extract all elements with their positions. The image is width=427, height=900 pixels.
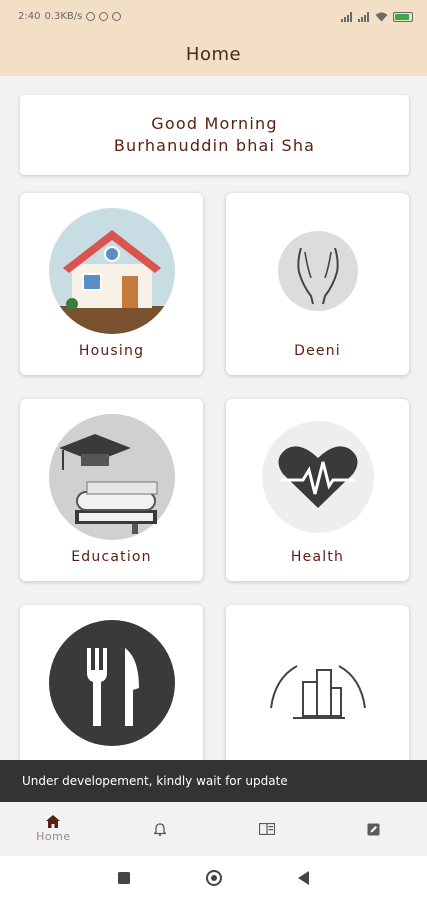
system-nav-bar bbox=[0, 856, 427, 900]
hands-buildings-icon bbox=[226, 615, 409, 750]
back-triangle-icon bbox=[297, 871, 309, 885]
whatsapp-icon bbox=[99, 12, 109, 21]
tile-label-deeni: Deeni bbox=[294, 343, 341, 359]
nav-label-home: Home bbox=[36, 830, 71, 843]
tile-deeni[interactable]: Deeni bbox=[226, 193, 409, 375]
square-icon bbox=[117, 872, 130, 884]
signal-icon bbox=[358, 11, 370, 22]
status-right bbox=[341, 11, 413, 22]
graduation-cap-books-icon bbox=[20, 409, 203, 544]
status-left: 2:40 0.3KB/s bbox=[18, 11, 122, 22]
recents-button[interactable] bbox=[79, 872, 169, 884]
app-bar: Home bbox=[0, 33, 427, 76]
greeting-card: Good Morning Burhanuddin bhai Sha bbox=[20, 95, 409, 175]
circle-icon bbox=[205, 870, 222, 886]
nav-notifications[interactable] bbox=[107, 802, 214, 856]
page-title: Home bbox=[185, 44, 242, 65]
book-icon bbox=[258, 823, 275, 835]
tile-housing[interactable]: Housing bbox=[20, 193, 203, 375]
bell-icon bbox=[154, 822, 167, 836]
notification-icon bbox=[112, 12, 122, 21]
snackbar-message: Under developement, kindly wait for upda… bbox=[22, 774, 288, 788]
praying-hands-icon bbox=[226, 203, 409, 338]
fork-knife-icon bbox=[20, 615, 203, 750]
heartbeat-icon bbox=[226, 409, 409, 544]
tile-label-education: Education bbox=[71, 549, 152, 565]
nav-edit[interactable] bbox=[320, 802, 427, 856]
user-name: Burhanuddin bhai Sha bbox=[113, 136, 316, 155]
home-system-button[interactable] bbox=[169, 869, 259, 887]
wifi-icon bbox=[375, 12, 388, 21]
nav-book[interactable] bbox=[214, 802, 321, 856]
snackbar: Under developement, kindly wait for upda… bbox=[0, 760, 427, 802]
tile-health[interactable]: Health bbox=[226, 399, 409, 581]
bottom-nav: Home bbox=[0, 802, 427, 856]
home-icon bbox=[46, 815, 61, 828]
status-network-speed: 0.3KB/s bbox=[44, 11, 83, 22]
tile-label-housing: Housing bbox=[78, 343, 145, 359]
tile-education[interactable]: Education bbox=[20, 399, 203, 581]
alarm-icon bbox=[86, 12, 96, 21]
status-time: 2:40 bbox=[18, 11, 41, 22]
back-button[interactable] bbox=[259, 871, 349, 885]
tile-label-health: Health bbox=[290, 549, 345, 565]
signal-icon bbox=[341, 11, 353, 22]
nav-home[interactable]: Home bbox=[0, 802, 107, 856]
greeting-text: Good Morning bbox=[151, 114, 278, 133]
house-icon bbox=[20, 203, 203, 338]
status-bar: 2:40 0.3KB/s bbox=[0, 0, 427, 33]
battery-icon bbox=[393, 11, 413, 22]
edit-icon bbox=[367, 823, 380, 835]
